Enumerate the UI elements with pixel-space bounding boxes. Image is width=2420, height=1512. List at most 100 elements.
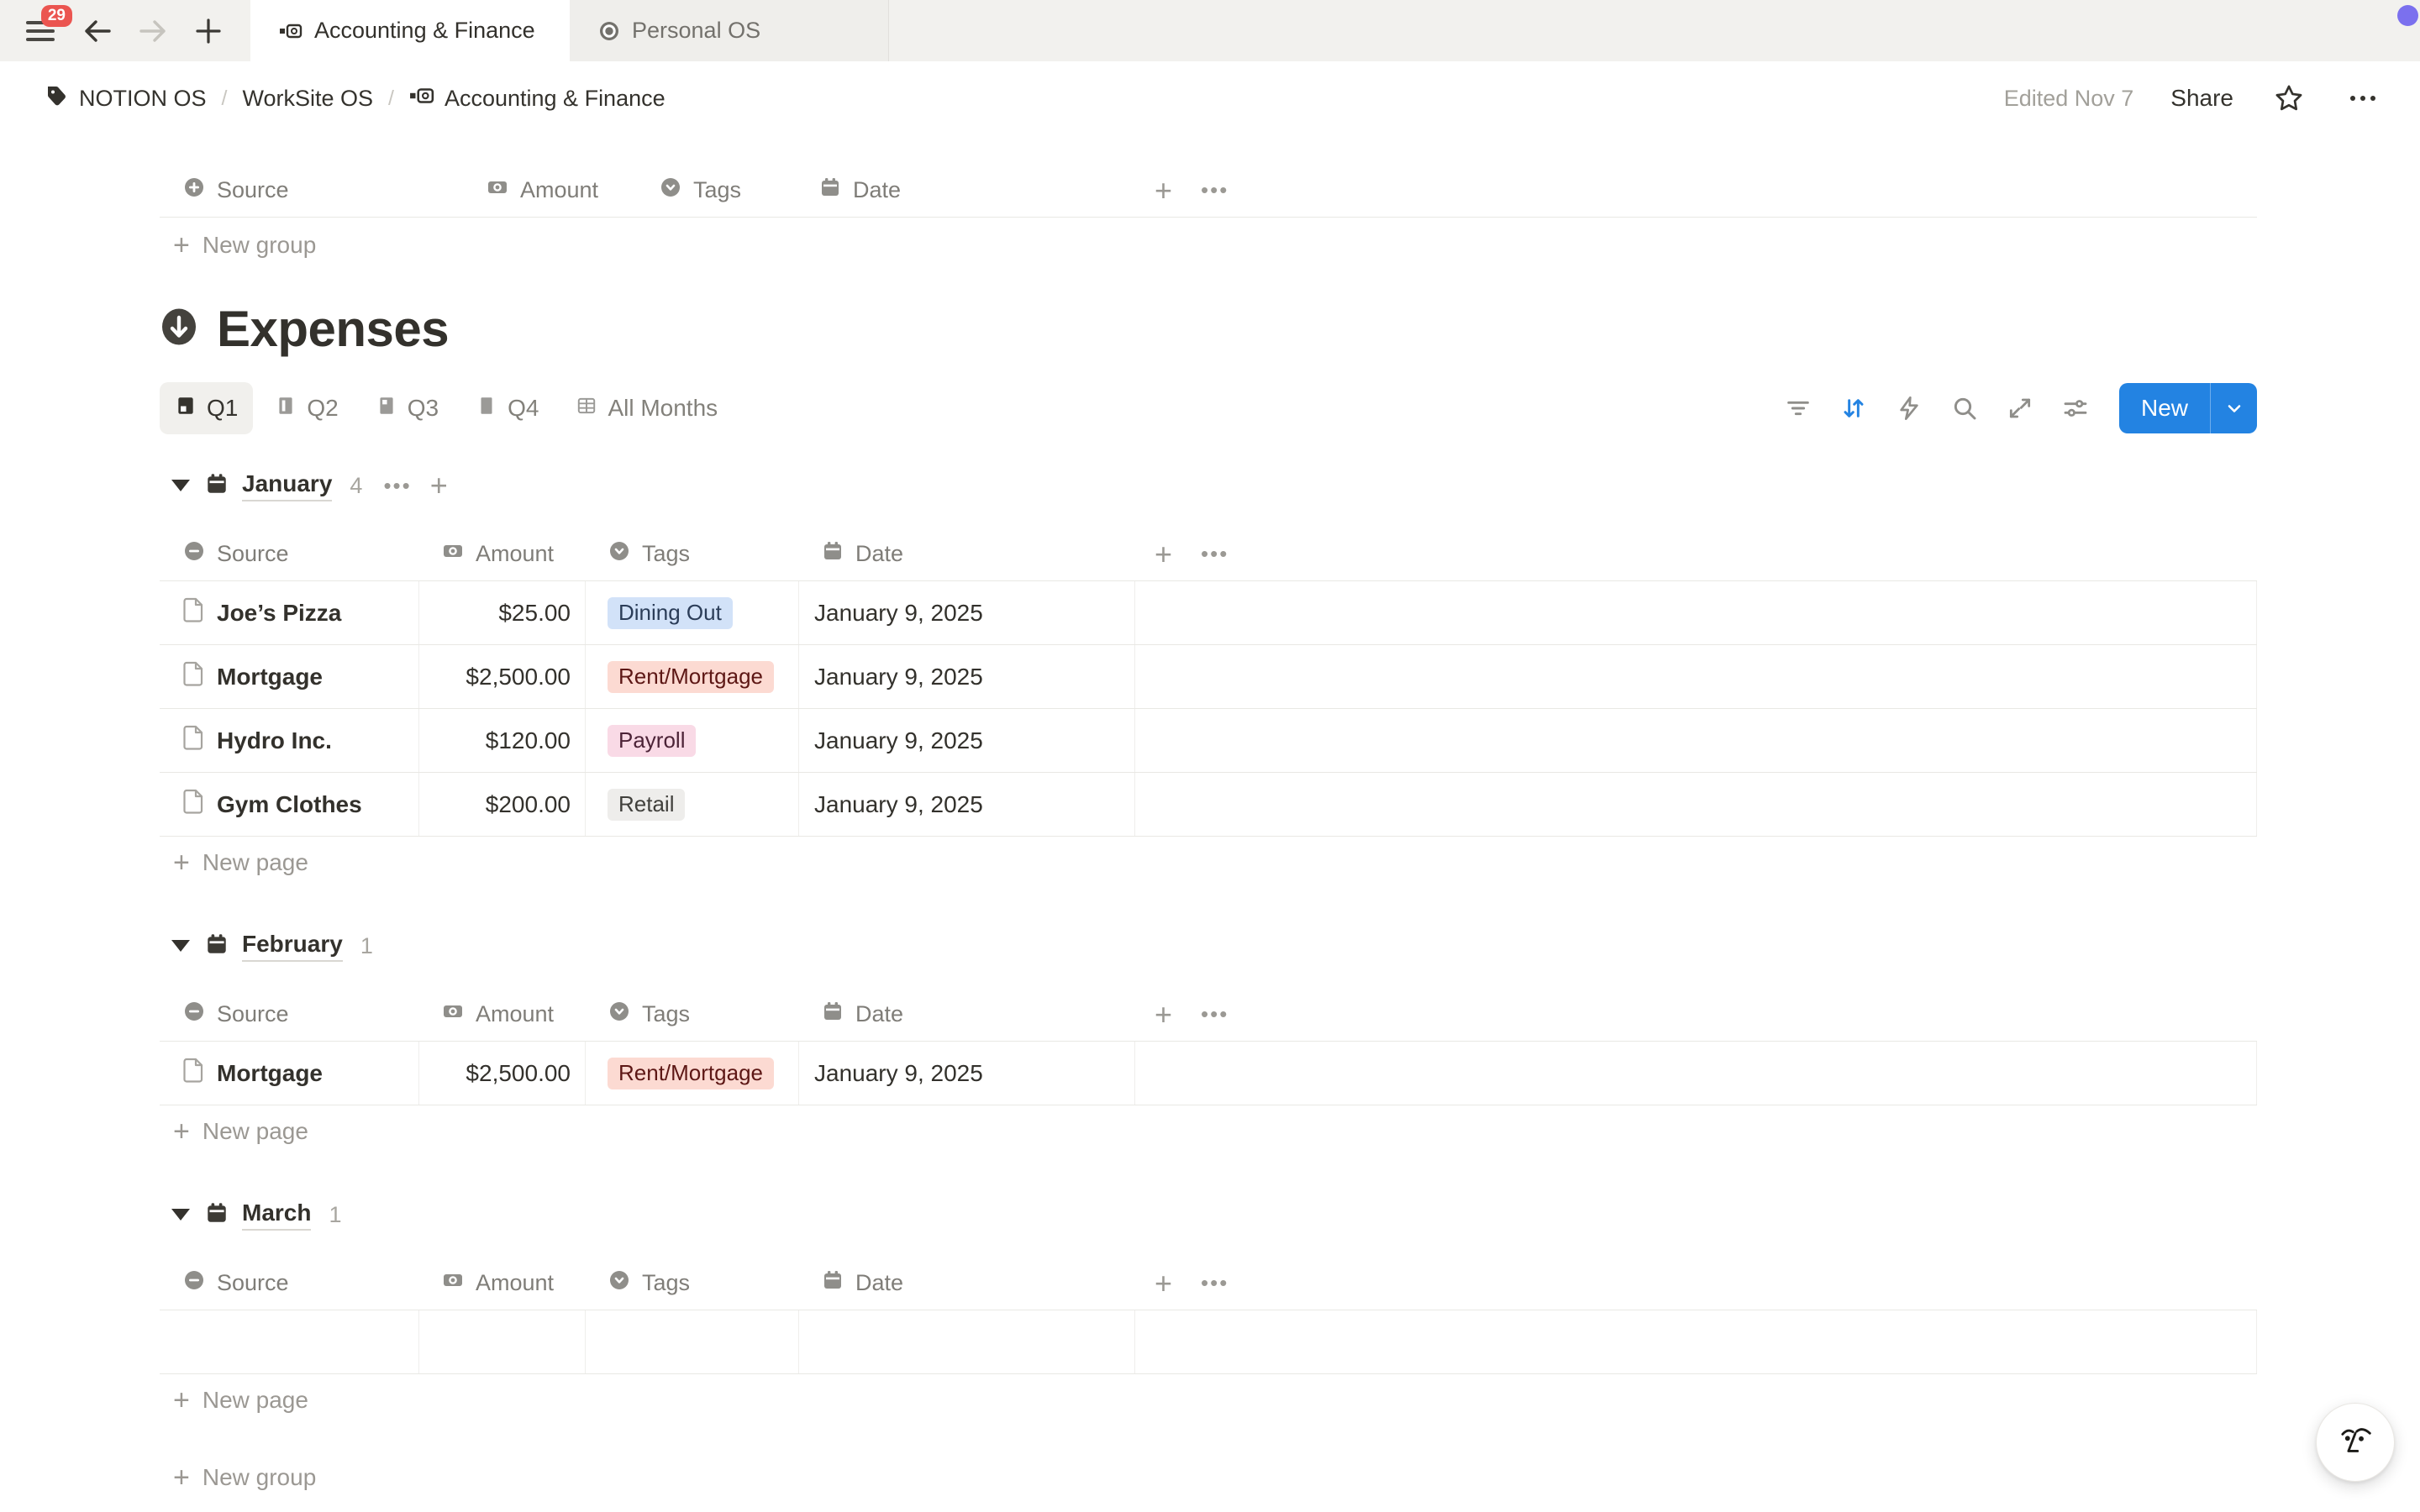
new-group-button[interactable]: + New group [160,219,2257,271]
automation-zap-icon[interactable] [1887,386,1931,430]
group-name[interactable]: January [242,470,332,501]
table-row[interactable]: Joe’s Pizza $25.00 Dining Out January 9,… [160,581,2257,645]
row-amount[interactable]: $2,500.00 [418,645,585,708]
column-source[interactable]: Source [160,1268,418,1298]
row-tags[interactable]: Dining Out [585,581,798,644]
view-tab-q4[interactable]: Q4 [460,382,554,434]
new-page-button[interactable]: + New page [160,1105,2257,1158]
row-amount[interactable] [418,1310,585,1373]
table-row[interactable]: Mortgage $2,500.00 Rent/Mortgage January… [160,1042,2257,1105]
view-settings-icon[interactable] [2054,386,2097,430]
new-page-button[interactable]: + New page [160,837,2257,889]
tag-badge[interactable]: Rent/Mortgage [608,661,774,693]
page-title[interactable]: Expenses [217,300,449,358]
group-name[interactable]: February [242,931,343,962]
table-row[interactable]: Hydro Inc. $120.00 Payroll January 9, 20… [160,709,2257,773]
row-amount[interactable]: $200.00 [418,773,585,836]
column-date[interactable]: Date [798,539,1134,569]
expand-icon[interactable] [1998,386,2042,430]
sort-icon[interactable] [1832,386,1876,430]
column-amount[interactable]: Amount [418,1000,585,1029]
row-date[interactable]: January 9, 2025 [798,773,1134,836]
column-tags[interactable]: Tags [636,176,796,205]
add-column-icon[interactable]: + [1155,1000,1172,1030]
breadcrumb-worksite[interactable]: WorkSite OS [242,86,373,112]
new-button-label[interactable]: New [2119,383,2210,433]
new-button[interactable]: New [2119,383,2257,433]
breadcrumb-current[interactable]: Accounting & Finance [409,84,666,113]
row-extra-cell[interactable] [1134,709,2257,772]
row-date[interactable]: January 9, 2025 [798,709,1134,772]
row-tags[interactable]: Rent/Mortgage [585,1042,798,1105]
column-source[interactable]: Source [160,176,463,205]
table-row[interactable] [160,1310,2257,1374]
column-amount[interactable]: Amount [418,539,585,569]
tag-badge[interactable]: Payroll [608,725,696,757]
table-options-icon[interactable]: ••• [1201,1001,1228,1027]
row-extra-cell[interactable] [1134,581,2257,644]
disclosure-triangle-icon[interactable] [171,480,190,491]
new-page-button[interactable]: + New page [160,1374,2257,1426]
add-column-icon[interactable]: + [1155,1268,1172,1299]
row-source[interactable]: Hydro Inc. [217,727,332,754]
tag-badge[interactable]: Dining Out [608,597,733,629]
row-source[interactable]: Mortgage [217,1060,323,1087]
disclosure-triangle-icon[interactable] [171,1209,190,1221]
column-date[interactable]: Date [796,176,1134,205]
row-tags[interactable]: Rent/Mortgage [585,645,798,708]
filter-icon[interactable] [1776,386,1820,430]
row-extra-cell[interactable] [1134,773,2257,836]
row-extra-cell[interactable] [1134,645,2257,708]
column-tags[interactable]: Tags [585,1268,798,1298]
table-options-icon[interactable]: ••• [1201,177,1228,203]
share-button[interactable]: Share [2170,85,2233,112]
column-tags[interactable]: Tags [585,539,798,569]
column-tags[interactable]: Tags [585,1000,798,1029]
column-date[interactable]: Date [798,1000,1134,1029]
column-source[interactable]: Source [160,539,418,569]
new-tab-icon[interactable] [192,14,225,48]
more-options-icon[interactable] [2344,80,2381,117]
row-tags[interactable] [585,1310,798,1373]
back-button[interactable] [81,14,114,48]
search-icon[interactable] [1943,386,1986,430]
view-tab-q1[interactable]: Q1 [160,382,253,434]
table-options-icon[interactable]: ••• [1201,1270,1228,1296]
add-column-icon[interactable]: + [1155,176,1172,206]
column-amount[interactable]: Amount [463,176,636,205]
breadcrumb-root[interactable]: NOTION OS [44,83,207,114]
view-tab-all-months[interactable]: All Months [560,382,733,434]
group-name[interactable]: March [242,1200,311,1231]
group-add-icon[interactable]: + [430,470,448,501]
new-group-button[interactable]: + New group [160,1452,2257,1504]
row-amount[interactable]: $25.00 [418,581,585,644]
row-tags[interactable]: Payroll [585,709,798,772]
favorite-star-icon[interactable] [2270,80,2307,117]
row-source[interactable]: Joe’s Pizza [217,600,341,627]
row-amount[interactable]: $120.00 [418,709,585,772]
forward-button[interactable] [136,14,170,48]
tag-badge[interactable]: Rent/Mortgage [608,1058,774,1089]
column-date[interactable]: Date [798,1268,1134,1298]
view-tab-q2[interactable]: Q2 [260,382,353,434]
group-options-icon[interactable]: ••• [383,473,411,499]
row-date[interactable]: January 9, 2025 [798,645,1134,708]
sidebar-menu-icon[interactable]: 29 [22,13,59,50]
tag-badge[interactable]: Retail [608,789,685,821]
table-row[interactable]: Mortgage $2,500.00 Rent/Mortgage January… [160,645,2257,709]
view-tab-q3[interactable]: Q3 [360,382,454,434]
row-date[interactable]: January 9, 2025 [798,581,1134,644]
row-date[interactable]: January 9, 2025 [798,1042,1134,1105]
row-amount[interactable]: $2,500.00 [418,1042,585,1105]
row-tags[interactable]: Retail [585,773,798,836]
tab-personal-os[interactable]: Personal OS [570,0,889,61]
row-source[interactable]: Mortgage [217,664,323,690]
column-amount[interactable]: Amount [418,1268,585,1298]
notion-ai-button[interactable] [2316,1403,2395,1482]
tab-accounting-finance[interactable]: Accounting & Finance [250,0,570,61]
table-row[interactable]: Gym Clothes $200.00 Retail January 9, 20… [160,773,2257,837]
add-column-icon[interactable]: + [1155,539,1172,570]
table-options-icon[interactable]: ••• [1201,541,1228,567]
row-extra-cell[interactable] [1134,1042,2257,1105]
chevron-down-icon[interactable] [2210,383,2257,433]
